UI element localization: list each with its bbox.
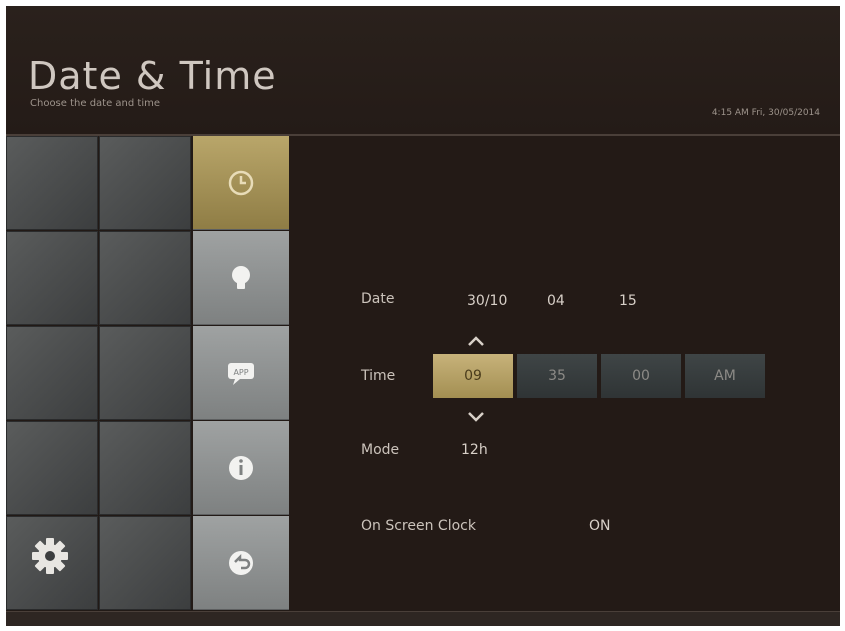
status-datetime: 4:15 AM Fri, 30/05/2014: [711, 108, 820, 118]
menu-item-back[interactable]: [193, 516, 289, 610]
chevron-up-icon[interactable]: [466, 334, 486, 348]
clock-icon: [228, 170, 254, 195]
date-time-panel: Date 30/10 04 15 Time 09 35 00 AM Mode 1…: [289, 136, 840, 611]
app-icon: APP: [228, 362, 254, 385]
time-second-field[interactable]: 00: [601, 354, 681, 398]
menu-item-date-time[interactable]: [193, 136, 289, 230]
tile: [6, 326, 98, 420]
menu-item-apps[interactable]: APP: [193, 326, 289, 420]
chevron-down-icon[interactable]: [466, 410, 486, 424]
info-icon: [229, 455, 253, 480]
lightbulb-icon: [232, 265, 250, 289]
tile: [6, 231, 98, 325]
tile: [99, 136, 191, 230]
date-part-3[interactable]: 15: [619, 293, 637, 309]
on-screen-clock-value[interactable]: ON: [589, 518, 611, 534]
gear-icon[interactable]: [28, 534, 72, 578]
tv-settings-screen: Date & Time Choose the date and time 4:1…: [6, 6, 840, 626]
date-day-month[interactable]: 30/10: [467, 293, 507, 309]
page-subtitle: Choose the date and time: [30, 98, 160, 109]
footer-bar: [6, 611, 840, 626]
mode-value[interactable]: 12h: [461, 442, 488, 458]
tile: [6, 136, 98, 230]
time-ampm-field[interactable]: AM: [685, 354, 765, 398]
menu-item-info[interactable]: [193, 421, 289, 515]
date-part-2[interactable]: 04: [547, 293, 565, 309]
settings-menu: APP: [193, 136, 289, 611]
tile: [6, 421, 98, 515]
time-minute-field[interactable]: 35: [517, 354, 597, 398]
tile: [99, 231, 191, 325]
back-icon: [229, 550, 253, 575]
menu-item-picture[interactable]: [193, 231, 289, 325]
tile: [99, 326, 191, 420]
on-screen-clock-label: On Screen Clock: [361, 518, 476, 534]
header: Date & Time Choose the date and time 4:1…: [6, 6, 840, 136]
svg-text:APP: APP: [233, 368, 248, 377]
date-label: Date: [361, 291, 395, 307]
tile: [99, 516, 191, 610]
mode-label: Mode: [361, 442, 400, 458]
tile: [99, 421, 191, 515]
page-title: Date & Time: [28, 54, 277, 98]
time-label: Time: [361, 368, 396, 384]
time-hour-field[interactable]: 09: [433, 354, 513, 398]
